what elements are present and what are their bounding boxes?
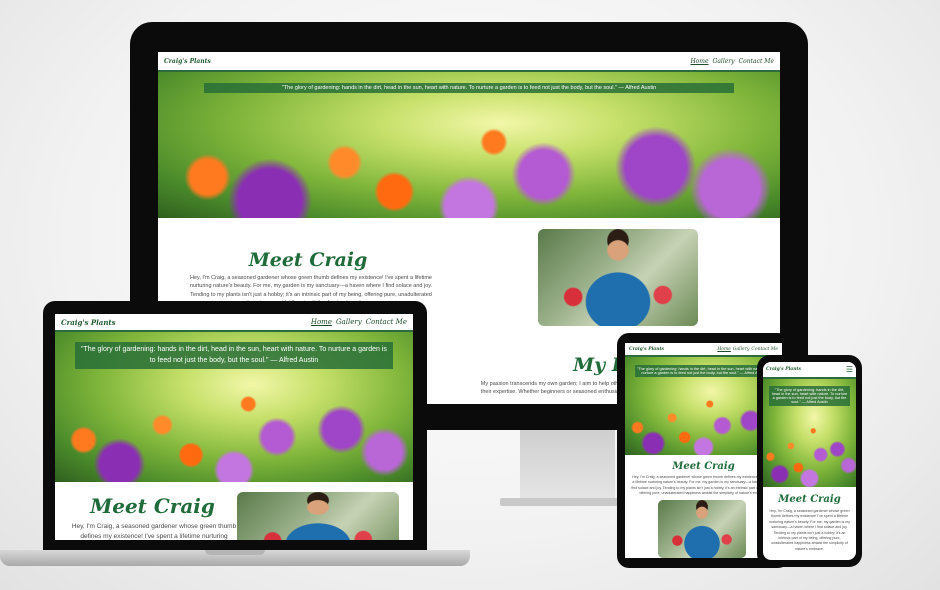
- nav-home[interactable]: Home: [311, 318, 332, 326]
- meet-heading: Meet Craig: [778, 494, 841, 505]
- monitor-base: [500, 498, 635, 506]
- nav-home[interactable]: Home: [717, 347, 731, 352]
- brand-logo[interactable]: Craig's Plants: [61, 318, 116, 327]
- nav-contact[interactable]: Contact Me: [751, 347, 778, 352]
- phone-site: Craig's Plants ☰ "The glory of gardening…: [763, 362, 856, 560]
- craig-photo: [237, 492, 399, 540]
- nav-contact[interactable]: Contact Me: [739, 58, 774, 65]
- nav-gallery[interactable]: Gallery: [733, 347, 750, 352]
- brand-logo[interactable]: Craig's Plants: [629, 347, 664, 352]
- monitor-stand: [520, 430, 615, 500]
- meet-heading: Meet Craig: [90, 494, 215, 518]
- laptop-notch: [205, 550, 265, 555]
- meet-text: Hey, I'm Craig, a seasoned gardener whos…: [631, 475, 776, 496]
- nav-contact[interactable]: Contact Me: [366, 318, 407, 326]
- craig-photo: [658, 500, 746, 558]
- craig-photo: [538, 229, 698, 326]
- meet-heading: Meet Craig: [248, 249, 368, 271]
- laptop-site: Craig's Plants Home Gallery Contact Me "…: [55, 314, 413, 540]
- nav-gallery[interactable]: Gallery: [713, 58, 735, 65]
- brand-logo[interactable]: Craig's Plants: [164, 58, 211, 65]
- hero-quote: "The glory of gardening: hands in the di…: [635, 365, 772, 377]
- hero-quote: "The glory of gardening: hands in the di…: [769, 386, 850, 406]
- hero-image: "The glory of gardening: hands in the di…: [158, 72, 780, 218]
- meet-text: Hey, I'm Craig, a seasoned gardener whos…: [768, 509, 851, 551]
- hero-quote: "The glory of gardening: hands in the di…: [204, 83, 734, 93]
- hero-image: "The glory of gardening: hands in the di…: [763, 379, 856, 487]
- hamburger-menu-icon[interactable]: ☰: [846, 365, 853, 374]
- brand-logo[interactable]: Craig's Plants: [766, 367, 801, 372]
- nav-gallery[interactable]: Gallery: [336, 318, 362, 326]
- meet-text: Hey, I'm Craig, a seasoned gardener whos…: [71, 523, 237, 540]
- nav-home[interactable]: Home: [690, 58, 708, 65]
- hero-quote: "The glory of gardening: hands in the di…: [75, 342, 393, 369]
- hero-image: "The glory of gardening: hands in the di…: [55, 332, 413, 482]
